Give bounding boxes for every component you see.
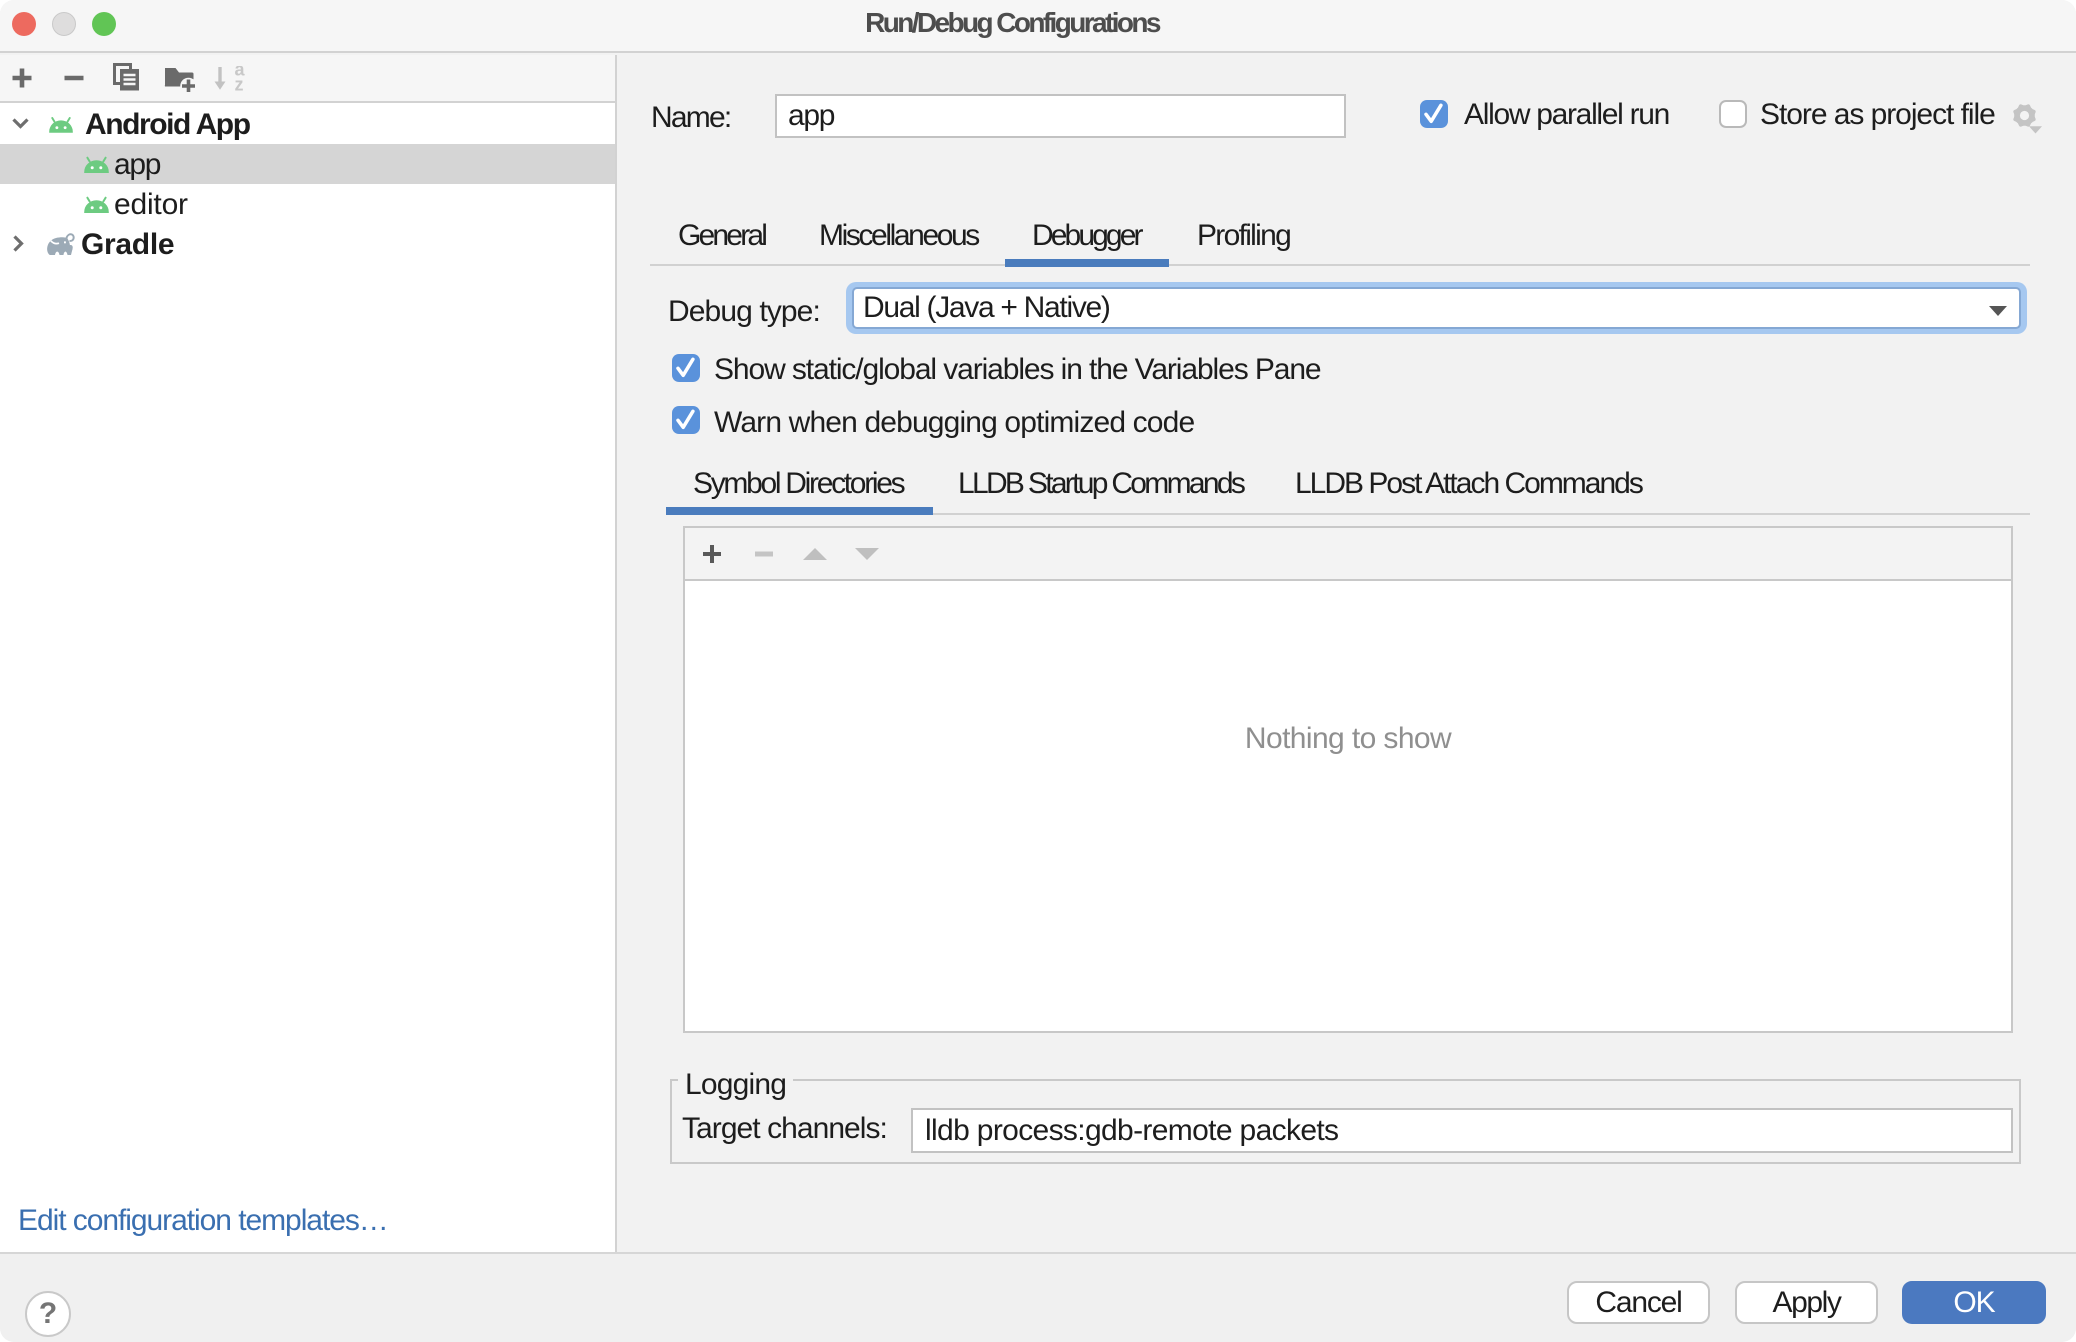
svg-text:z: z bbox=[235, 75, 244, 93]
